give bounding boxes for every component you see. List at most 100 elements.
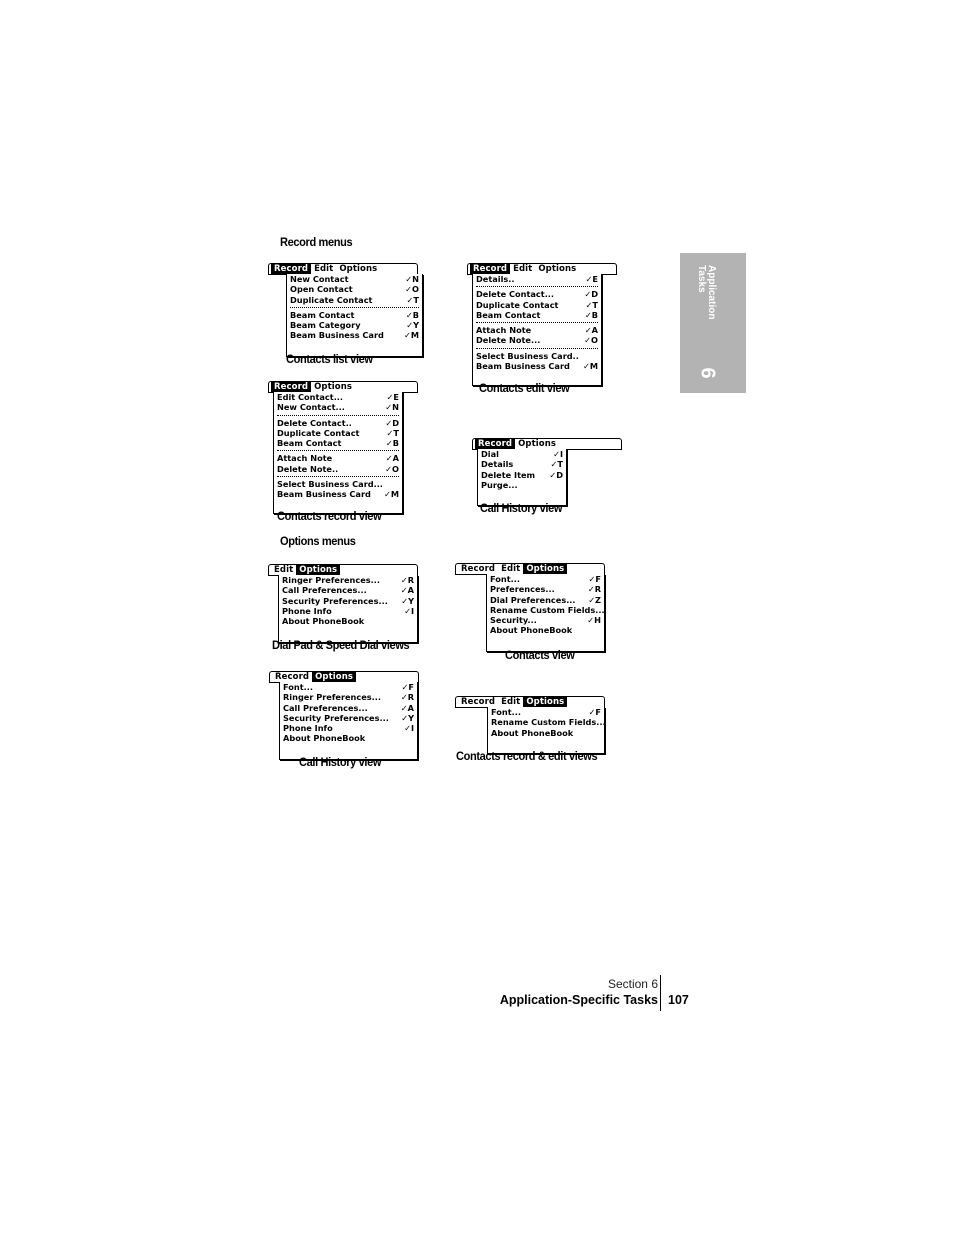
menu-item-shortcut: ✓R	[400, 575, 414, 585]
menu-item[interactable]: Delete Contact.. ✓D	[277, 418, 399, 428]
menu-item[interactable]: Open Contact ✓O	[290, 284, 419, 294]
menu-item-label: Beam Business Card	[476, 361, 570, 372]
menu-item-shortcut: ✓R	[587, 584, 601, 595]
menu-title-options[interactable]: Options	[523, 564, 568, 574]
menu-item[interactable]: About PhoneBook	[490, 625, 601, 635]
menu-title-record[interactable]: Record	[271, 264, 312, 274]
menu-item[interactable]: Purge...	[481, 480, 563, 490]
menu-item-label: Beam Business Card	[277, 489, 371, 500]
menu-separator	[277, 450, 399, 452]
menu-title-record[interactable]: Record	[272, 672, 312, 682]
menu-title-record[interactable]: Record	[271, 382, 312, 392]
menu-title-options[interactable]: Options	[336, 264, 380, 274]
menu-item[interactable]: Duplicate Contact ✓T	[476, 300, 598, 310]
menu-title-record[interactable]: Record	[458, 564, 498, 574]
menu-separator	[277, 476, 399, 478]
menu-item[interactable]: Security Preferences... ✓Y	[282, 596, 414, 606]
menu-item-label: Call Preferences...	[283, 702, 368, 713]
menu-item[interactable]: Beam Contact ✓B	[476, 310, 598, 320]
menu-item[interactable]: Duplicate Contact ✓T	[277, 428, 399, 438]
menu-title-record[interactable]: Record	[470, 264, 511, 274]
menu-item-label: Beam Contact	[290, 309, 355, 320]
contacts-record-edit-caption: Contacts record & edit views	[456, 749, 598, 763]
menu-item[interactable]: Security... ✓H	[490, 615, 601, 625]
menu-title-options[interactable]: Options	[535, 264, 579, 274]
menu-title-options[interactable]: Options	[311, 382, 355, 392]
menu-item[interactable]: New Contact ✓N	[290, 274, 419, 284]
menu-item[interactable]: Details ✓T	[481, 459, 563, 469]
menu-item[interactable]: About PhoneBook	[283, 733, 414, 743]
menu-item-shortcut: ✓A	[584, 325, 598, 336]
menu-item-label: Dial Preferences...	[490, 594, 576, 605]
menu-item[interactable]: Ringer Preferences... ✓R	[283, 692, 414, 702]
menu-item[interactable]: Delete Contact... ✓D	[476, 289, 598, 299]
menu-title-edit[interactable]: Edit	[498, 564, 523, 574]
menu-title-edit[interactable]: Edit	[498, 697, 523, 707]
menu-item[interactable]: Rename Custom Fields...	[490, 605, 605, 615]
menu-item[interactable]: Select Business Card...	[277, 479, 399, 489]
chapter-side-tab: Application Tasks 6	[680, 253, 746, 393]
menu-dropdown: Font... ✓F Rename Custom Fields... About Ph…	[487, 707, 606, 754]
menu-item[interactable]: Delete Note... ✓O	[476, 335, 598, 345]
menu-item[interactable]: Dial ✓I	[481, 449, 563, 459]
menu-item[interactable]: Dial Preferences... ✓Z	[490, 595, 601, 605]
menu-item[interactable]: Call Preferences... ✓A	[282, 585, 414, 595]
menu-item[interactable]: About PhoneBook	[491, 728, 601, 738]
menu-item[interactable]: Select Business Card..	[476, 351, 598, 361]
contacts-options-caption: Contacts view	[505, 648, 575, 662]
menu-item[interactable]: Beam Category ✓Y	[290, 320, 419, 330]
menu-item[interactable]: Beam Contact ✓B	[277, 438, 399, 448]
menu-title-options[interactable]: Options	[296, 565, 341, 575]
menu-item[interactable]: Font... ✓F	[490, 574, 601, 584]
menu-item[interactable]: Rename Custom Fields...	[491, 717, 606, 727]
menu-item[interactable]: Beam Business Card ✓M	[476, 361, 598, 371]
menu-item[interactable]: Details.. ✓E	[476, 274, 598, 284]
menu-item-shortcut: ✓D	[584, 289, 598, 300]
menu-item[interactable]: Preferences... ✓R	[490, 584, 601, 594]
menu-item[interactable]: Font... ✓F	[283, 682, 414, 692]
menu-item-shortcut: ✓I	[404, 605, 414, 616]
record-menus-heading: Record menus	[280, 235, 353, 249]
menu-item[interactable]: Attach Note ✓A	[277, 453, 399, 463]
menu-item[interactable]: Ringer Preferences... ✓R	[282, 575, 414, 585]
menu-dropdown: Details.. ✓E Delete Contact... ✓D Duplicate …	[472, 274, 602, 386]
menu-item-label: Duplicate Contact	[476, 299, 559, 310]
menu-title-edit[interactable]: Edit	[510, 264, 535, 274]
menu-item[interactable]: Phone Info ✓I	[282, 606, 414, 616]
menu-item[interactable]: Beam Business Card ✓M	[290, 330, 419, 340]
menu-item-shortcut: ✓T	[386, 427, 399, 438]
menu-item[interactable]: About PhoneBook	[282, 616, 414, 626]
menu-item-label: Delete Item	[481, 469, 536, 480]
side-tab-label-line2: Tasks	[696, 265, 707, 293]
menu-item[interactable]: New Contact... ✓N	[277, 402, 399, 412]
menu-item-shortcut: ✓O	[405, 284, 419, 295]
menu-item[interactable]: Beam Business Card ✓M	[277, 489, 399, 499]
menu-item-shortcut: ✓D	[385, 417, 399, 428]
menu-item[interactable]: Duplicate Contact ✓T	[290, 295, 419, 305]
call-history-record-caption: Call History view	[480, 501, 563, 515]
menu-item-shortcut: ✓E	[386, 392, 399, 402]
page-number: 107	[668, 993, 689, 1007]
menu-item[interactable]: Attach Note ✓A	[476, 325, 598, 335]
menu-title-options[interactable]: Options	[312, 672, 357, 682]
options-menus-heading: Options menus	[280, 534, 356, 548]
call-history-options-caption: Call History view	[299, 755, 382, 769]
menu-item[interactable]: Phone Info ✓I	[283, 723, 414, 733]
menu-title-edit[interactable]: Edit	[271, 565, 296, 575]
menu-item[interactable]: Font... ✓F	[491, 707, 601, 717]
menu-item[interactable]: Call Preferences... ✓A	[283, 703, 414, 713]
menu-item-label: Security...	[490, 615, 537, 626]
menu-item[interactable]: Beam Contact ✓B	[290, 310, 419, 320]
menu-item-label: Font...	[491, 707, 521, 717]
menu-title-options[interactable]: Options	[515, 439, 559, 449]
menu-item[interactable]: Security Preferences... ✓Y	[283, 713, 414, 723]
menu-title-record[interactable]: Record	[475, 439, 516, 449]
menu-item[interactable]: Edit Contact... ✓E	[277, 392, 399, 402]
menu-title-record[interactable]: Record	[458, 697, 498, 707]
menu-title-options[interactable]: Options	[523, 697, 568, 707]
menu-title-edit[interactable]: Edit	[311, 264, 336, 274]
menu-item-label: Ringer Preferences...	[283, 692, 381, 703]
menu-item[interactable]: Delete Note.. ✓O	[277, 464, 399, 474]
menu-item[interactable]: Delete Item ✓D	[481, 470, 563, 480]
menu-item-shortcut: ✓N	[405, 274, 419, 284]
